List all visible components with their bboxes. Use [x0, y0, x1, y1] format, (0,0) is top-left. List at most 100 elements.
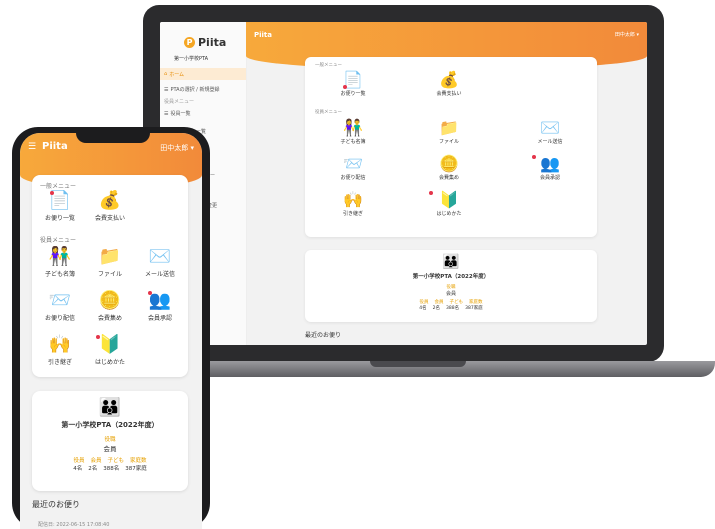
chevron-down-icon: ▾	[636, 32, 639, 38]
sidebar-item-label: ホーム	[169, 71, 185, 78]
folder-icon: 📁	[98, 246, 122, 267]
laptop-recent-title: 最近のお便り	[305, 332, 342, 339]
menu-item-letters[interactable]: 📄 お便り一覧	[323, 70, 383, 98]
menu-item-label: 引き継ぎ	[342, 211, 363, 217]
children-icon: 👫	[48, 246, 72, 267]
menu-item-deliver-letters[interactable]: 📨 お便り配信	[36, 290, 84, 323]
family-icon: 👪	[98, 397, 122, 418]
stat-label: 家庭数	[130, 458, 147, 464]
notification-badge	[532, 155, 536, 159]
hamburger-menu-icon[interactable]: ☰	[28, 142, 36, 152]
general-menu-label: 一般メニュー	[315, 63, 342, 68]
stat-value: 4名	[419, 306, 427, 311]
phone-brand[interactable]: Piita	[42, 141, 68, 152]
menu-item-fee-payment[interactable]: 💰 会費支払い	[419, 70, 479, 98]
sidebar-category-officer: 役員メニュー	[164, 99, 195, 105]
phone-menu-card: 一般メニュー 📄 お便り一覧 💰 会費支払い 役員メニュー 👫 子ども名簿 📁 …	[32, 175, 188, 377]
notification-badge	[343, 85, 347, 89]
stat-value: 4名	[73, 466, 83, 472]
org-title: 第一小学校PTA（2022年度）	[61, 421, 159, 429]
menu-item-files[interactable]: 📁 ファイル	[86, 246, 134, 279]
stat-value: 387家庭	[125, 466, 147, 472]
menu-item-collect-fees[interactable]: 🪙 会費集め	[86, 290, 134, 323]
stats-labels: 役員 会員 子ども 家庭数	[32, 456, 188, 464]
menu-item-handover[interactable]: 🙌 引き継ぎ	[323, 190, 383, 218]
money-bag-icon: 💰	[98, 190, 122, 211]
role-value: 会員	[103, 445, 117, 453]
menu-item-files[interactable]: 📁 ファイル	[419, 119, 479, 146]
members-icon: 👥	[540, 154, 560, 173]
menu-item-getting-started[interactable]: 🔰 はじめかた	[419, 191, 479, 217]
menu-item-deliver-letters[interactable]: 📨 お便り配信	[323, 154, 383, 182]
laptop-menu-card: 一般メニュー 📄 お便り一覧 💰 会費支払い 役員メニュー 👫 子ども名簿 📁 …	[305, 57, 597, 237]
stat-value: 387家庭	[465, 306, 483, 311]
notification-badge	[96, 335, 100, 339]
menu-item-collect-fees[interactable]: 🪙 会費集め	[419, 155, 479, 182]
user-name: 田中太郎	[614, 32, 635, 38]
laptop-header-title: Piita	[254, 31, 272, 39]
notification-badge	[429, 191, 433, 195]
menu-item-send-mail[interactable]: ✉️ メール送信	[136, 246, 184, 279]
paper-plane-icon: 📨	[343, 154, 363, 173]
org-title: 第一小学校PTA（2022年度）	[412, 274, 490, 280]
stat-value: 388名	[103, 466, 120, 472]
menu-item-label: 子ども名簿	[340, 139, 366, 145]
menu-item-label: はじめかた	[436, 211, 462, 217]
raised-hands-icon: 🙌	[343, 190, 363, 209]
menu-item-send-mail[interactable]: ✉️ メール送信	[520, 118, 580, 146]
phone-user-menu[interactable]: 田中太郎 ▾	[160, 143, 194, 153]
stat-value: 2名	[88, 466, 98, 472]
document-icon: 📄	[48, 190, 72, 211]
menu-item-fee-payment[interactable]: 💰 会費支払い	[86, 190, 134, 223]
beginner-mark-icon: 🔰	[439, 190, 459, 209]
role-label: 役職	[104, 437, 116, 443]
menu-item-label: 会費集め	[97, 315, 122, 322]
sidebar-item-pta-select[interactable]: ☰ PTAの選択 / 新規登録	[164, 86, 219, 94]
laptop-screen: P Piita 第一小学校PTA ⌂ ホーム ☰ PTAの選択 / 新規登録 役…	[160, 22, 647, 345]
notification-badge	[50, 191, 54, 195]
coin-icon: 🪙	[98, 290, 122, 311]
laptop-hinge	[370, 361, 466, 367]
mail-icon: ✉️	[148, 246, 172, 267]
menu-item-member-approval[interactable]: 👥 会員承認	[136, 291, 184, 323]
menu-item-children-roster[interactable]: 👫 子ども名簿	[36, 246, 84, 279]
notification-badge	[148, 291, 152, 295]
laptop-logo[interactable]: P Piita	[184, 36, 226, 49]
beginner-mark-icon: 🔰	[98, 334, 122, 355]
children-icon: 👫	[343, 118, 363, 137]
role-value: 会員	[445, 291, 456, 297]
menu-item-label: ファイル	[438, 139, 459, 145]
menu-item-label: 会員承認	[539, 175, 560, 181]
recent-letter-date[interactable]: 配信日: 2022-06-15 17:08:40	[38, 521, 109, 528]
menu-item-label: 会員承認	[147, 315, 172, 322]
logo-text: Piita	[198, 36, 227, 49]
list-icon: ☰	[164, 86, 169, 93]
laptop-org-card[interactable]: 👪 第一小学校PTA（2022年度） 役職 会員 役員 会員 子ども 家庭数 4…	[305, 250, 597, 322]
laptop-user-menu[interactable]: 田中太郎 ▾	[615, 31, 639, 38]
menu-item-label: 子ども名簿	[44, 271, 75, 278]
menu-item-children-roster[interactable]: 👫 子ども名簿	[323, 118, 383, 146]
menu-item-getting-started[interactable]: 🔰 はじめかた	[86, 334, 134, 367]
general-menu-label: 一般メニュー	[40, 183, 77, 190]
menu-item-letters[interactable]: 📄 お便り一覧	[36, 190, 84, 223]
menu-item-member-approval[interactable]: 👥 会員承認	[520, 155, 580, 181]
document-icon: 📄	[343, 70, 363, 89]
paper-plane-icon: 📨	[48, 290, 72, 311]
phone-screen: ☰ Piita 田中太郎 ▾ 一般メニュー 📄 お便り一覧 💰 会費支払い 役員…	[20, 133, 202, 529]
stat-label: 役員	[73, 458, 85, 464]
menu-item-label: お便り配信	[44, 315, 75, 322]
menu-item-label: はじめかた	[94, 359, 125, 366]
laptop-school-name[interactable]: 第一小学校PTA	[174, 55, 208, 62]
money-bag-icon: 💰	[439, 70, 459, 89]
sidebar-item-home[interactable]: ⌂ ホーム	[160, 68, 246, 80]
menu-item-label: お便り一覧	[340, 91, 366, 97]
menu-item-handover[interactable]: 🙌 引き継ぎ	[36, 335, 84, 367]
stats-values: 4名 2名 388名 387家庭	[32, 464, 188, 472]
sidebar-item-officer-list[interactable]: ☰ 役員一覧	[164, 110, 191, 118]
officer-menu-label: 役員メニュー	[315, 110, 342, 115]
stat-value: 388名	[446, 306, 460, 311]
mail-icon: ✉️	[540, 118, 560, 137]
phone-notch	[76, 127, 150, 143]
list-icon: ☰	[164, 110, 169, 117]
phone-org-card[interactable]: 👪 第一小学校PTA（2022年度） 役職 会員 役員 会員 子ども 家庭数 4…	[32, 391, 188, 491]
